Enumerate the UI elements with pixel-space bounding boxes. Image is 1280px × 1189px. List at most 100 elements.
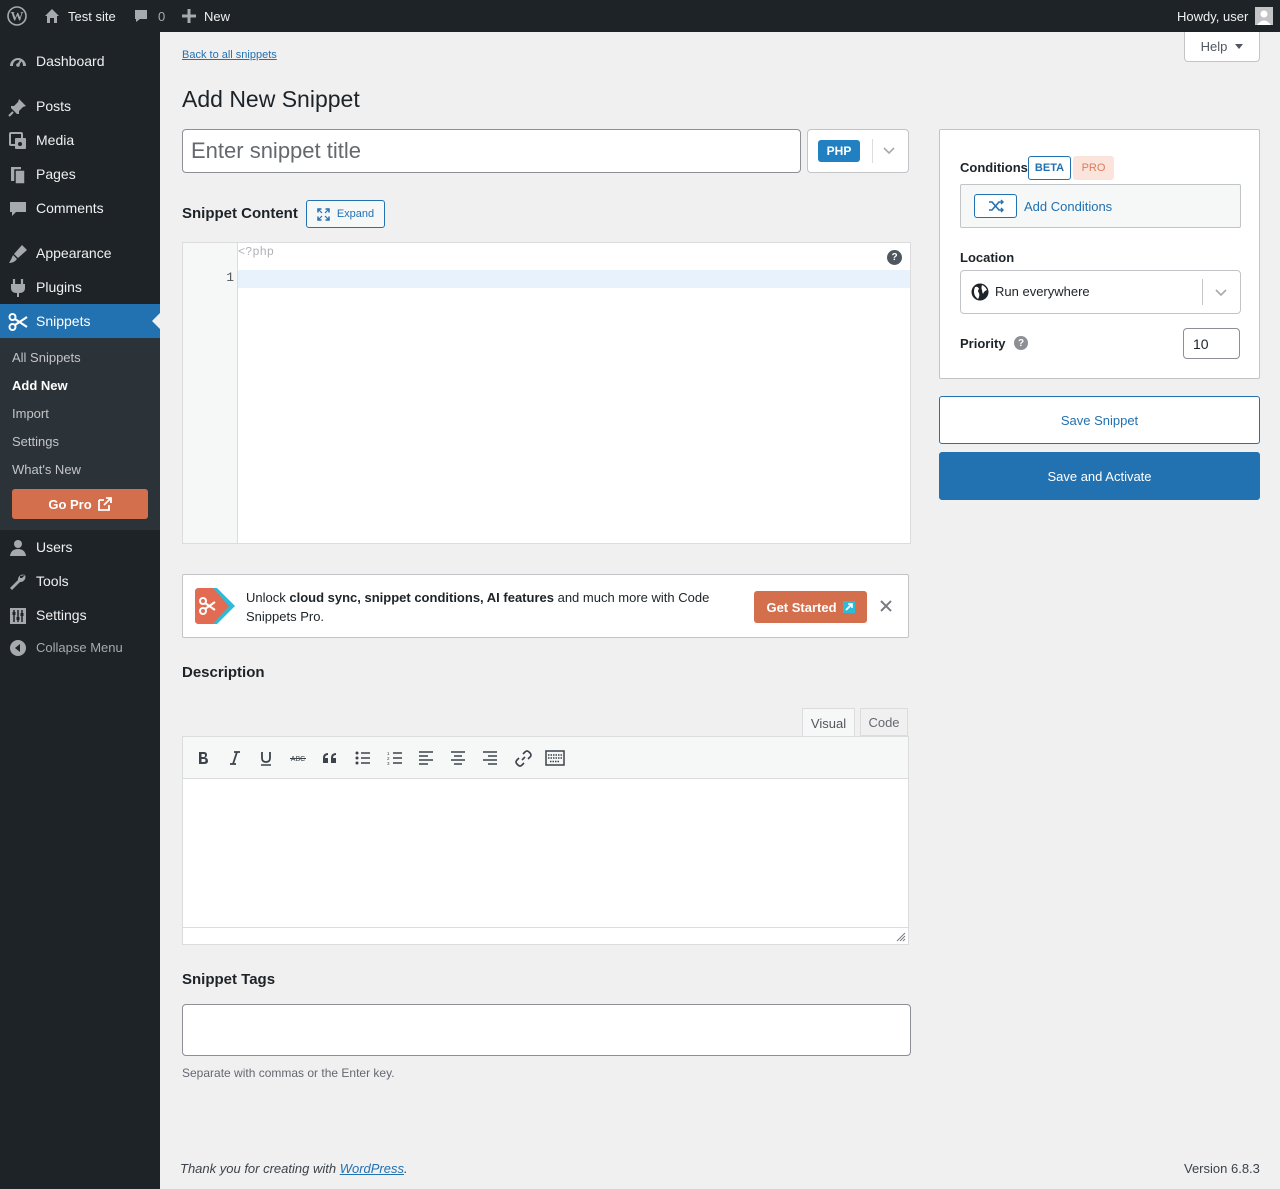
sidebar-item-dashboard[interactable]: Dashboard — [0, 44, 160, 78]
new-label: New — [204, 8, 231, 24]
save-snippet-button[interactable]: Save Snippet — [939, 396, 1260, 444]
save-and-activate-button[interactable]: Save and Activate — [939, 452, 1260, 500]
footer-version: Version 6.8.3 — [1184, 1161, 1260, 1176]
sidebar-item-appearance[interactable]: Appearance — [0, 236, 160, 270]
align-center-icon[interactable] — [448, 748, 468, 768]
line-number: 1 — [226, 270, 234, 285]
location-select[interactable]: Run everywhere — [960, 270, 1241, 314]
new-content-link[interactable]: New — [182, 0, 230, 32]
align-right-icon[interactable] — [480, 748, 500, 768]
snippet-settings-panel: Conditions BETA PRO Add Conditions Locat… — [939, 129, 1260, 379]
settings-icon — [8, 606, 28, 626]
wordpress-logo-icon[interactable]: W — [7, 0, 27, 32]
sidebar-item-plugins[interactable]: Plugins — [0, 270, 160, 304]
editor-statusbar — [183, 927, 908, 944]
howdy-text: Howdy, user — [1177, 8, 1249, 24]
home-icon — [44, 8, 60, 24]
comment-bubble-icon — [133, 8, 149, 24]
caret-down-icon — [1235, 43, 1244, 50]
location-value: Run everywhere — [995, 284, 1090, 299]
strikethrough-icon[interactable]: ABC — [288, 748, 308, 768]
collapse-menu-button[interactable]: Collapse Menu — [0, 630, 160, 664]
brush-icon — [8, 244, 28, 264]
chevron-down-icon — [883, 147, 895, 155]
php-language-badge: PHP — [818, 140, 860, 162]
location-label: Location — [960, 250, 1015, 265]
numbered-list-icon[interactable]: 123 — [385, 748, 405, 768]
pin-icon — [8, 97, 28, 117]
sidebar-item-tools[interactable]: Tools — [0, 564, 160, 598]
pages-icon — [8, 165, 28, 185]
dashboard-icon — [8, 52, 28, 72]
fullscreen-icon — [317, 207, 330, 221]
editor-toolbar: ABC 123 — [183, 737, 908, 779]
site-name-link[interactable]: Test site — [44, 0, 116, 32]
tab-code[interactable]: Code — [860, 708, 908, 736]
comments-link[interactable]: 0 — [133, 0, 165, 32]
submenu-whats-new[interactable]: What's New — [12, 462, 81, 477]
submenu-settings[interactable]: Settings — [12, 434, 59, 449]
shuffle-icon — [974, 194, 1017, 218]
sidebar-item-media[interactable]: Media — [0, 123, 160, 157]
italic-icon[interactable] — [225, 748, 245, 768]
page-title: Add New Snippet — [182, 86, 360, 112]
help-tab-button[interactable]: Help — [1184, 32, 1260, 62]
user-icon — [8, 538, 28, 558]
conditions-label: Conditions — [960, 160, 1028, 175]
toolbar-toggle-icon[interactable] — [544, 748, 566, 768]
sidebar-item-snippets[interactable]: Snippets — [0, 304, 160, 338]
expand-editor-button[interactable]: Expand — [306, 200, 385, 228]
add-conditions-button[interactable]: Add Conditions — [960, 184, 1241, 228]
submenu-all-snippets[interactable]: All Snippets — [12, 350, 81, 365]
pro-badge: PRO — [1073, 156, 1114, 180]
priority-help-icon[interactable]: ? — [1014, 336, 1028, 350]
svg-text:W: W — [11, 9, 24, 24]
underline-icon[interactable] — [256, 748, 276, 768]
priority-input[interactable] — [1183, 328, 1240, 359]
snippet-tags-input[interactable] — [182, 1004, 911, 1056]
code-editor[interactable]: <?php 1 ? — [182, 242, 911, 544]
avatar — [1255, 7, 1274, 25]
code-snippets-logo-icon — [195, 588, 236, 624]
description-editor: ABC 123 — [182, 736, 909, 945]
tags-hint: Separate with commas or the Enter key. — [182, 1066, 395, 1080]
blockquote-icon[interactable] — [320, 748, 340, 768]
beta-badge: BETA — [1028, 156, 1071, 180]
footer-thanks: Thank you for creating with WordPress. — [180, 1161, 408, 1176]
editor-help-icon[interactable]: ? — [887, 250, 902, 265]
media-icon — [8, 131, 28, 151]
close-icon[interactable] — [878, 598, 894, 614]
description-content-area[interactable] — [183, 780, 908, 927]
sidebar-item-posts[interactable]: Posts — [0, 89, 160, 123]
link-icon[interactable] — [513, 748, 533, 768]
language-select[interactable]: PHP — [807, 129, 909, 173]
snippet-tags-heading: Snippet Tags — [182, 971, 276, 988]
collapse-arrow-icon — [8, 638, 28, 658]
go-pro-button[interactable]: Go Pro — [12, 489, 148, 519]
admin-sidebar: Dashboard Posts Media Pages Comments App… — [0, 32, 160, 1189]
tab-visual[interactable]: Visual — [802, 708, 855, 737]
chevron-down-icon — [1215, 289, 1227, 297]
align-left-icon[interactable] — [416, 748, 436, 768]
submenu-import[interactable]: Import — [12, 406, 49, 421]
submenu-add-new[interactable]: Add New — [12, 378, 68, 393]
sidebar-item-comments[interactable]: Comments — [0, 191, 160, 225]
svg-text:3: 3 — [387, 761, 390, 765]
bulleted-list-icon[interactable] — [353, 748, 373, 768]
sidebar-item-settings[interactable]: Settings — [0, 598, 160, 632]
back-to-snippets-link[interactable]: Back to all snippets — [182, 49, 277, 61]
promo-text: Unlock cloud sync, snippet conditions, A… — [246, 590, 710, 624]
priority-label: Priority — [960, 336, 1006, 351]
description-heading: Description — [182, 664, 265, 681]
wordpress-link[interactable]: WordPress — [340, 1161, 404, 1176]
snippet-title-input[interactable] — [182, 129, 801, 173]
bold-icon[interactable] — [193, 748, 213, 768]
account-menu[interactable]: Howdy, user — [1177, 0, 1274, 32]
resize-handle-icon[interactable] — [896, 932, 906, 942]
sidebar-item-pages[interactable]: Pages — [0, 157, 160, 191]
divider — [1202, 279, 1203, 305]
scissors-icon — [8, 312, 28, 332]
active-code-line[interactable] — [238, 270, 910, 288]
get-started-button[interactable]: Get Started — [754, 591, 867, 623]
sidebar-item-users[interactable]: Users — [0, 530, 160, 564]
